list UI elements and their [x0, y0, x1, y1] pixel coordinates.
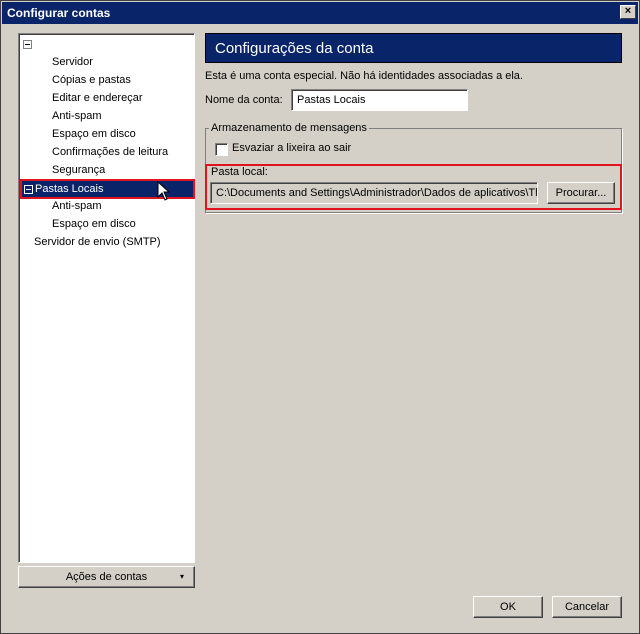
- tree-item-local-anti-spam[interactable]: Anti-spam: [52, 198, 102, 215]
- account-actions-label: Ações de contas: [65, 571, 148, 583]
- tree-item-servidor[interactable]: Servidor: [52, 54, 93, 71]
- account-info-text: Esta é uma conta especial. Não há identi…: [205, 70, 523, 82]
- cancel-button[interactable]: Cancelar: [552, 596, 622, 618]
- tree-item-copias-pastas[interactable]: Cópias e pastas: [52, 72, 131, 89]
- collapse-icon[interactable]: [23, 40, 32, 49]
- account-name-label: Nome da conta:: [205, 94, 283, 106]
- message-storage-legend: Armazenamento de mensagens: [209, 122, 369, 134]
- tree-item-seguranca[interactable]: Segurança: [52, 162, 105, 179]
- tree-item-smtp[interactable]: Servidor de envio (SMTP): [34, 234, 161, 251]
- account-actions-button[interactable]: Ações de contas ▾: [18, 566, 195, 588]
- local-folder-label: Pasta local:: [211, 166, 268, 178]
- browse-button[interactable]: Procurar...: [547, 182, 615, 204]
- close-icon: ×: [624, 5, 632, 17]
- tree-item-editar-enderecar[interactable]: Editar e endereçar: [52, 90, 143, 107]
- mouse-pointer-icon: [157, 181, 171, 201]
- local-folder-path-field[interactable]: C:\Documents and Settings\Administrador\…: [210, 182, 538, 204]
- page-title: Configurações da conta: [205, 33, 622, 63]
- empty-trash-checkbox[interactable]: [215, 143, 228, 156]
- empty-trash-label[interactable]: Esvaziar a lixeira ao sair: [232, 142, 351, 154]
- tree-item-espaco-disco[interactable]: Espaço em disco: [52, 126, 136, 143]
- tree-item-local-espaco-disco[interactable]: Espaço em disco: [52, 216, 136, 233]
- tree-item-confirmacoes-leitura[interactable]: Confirmações de leitura: [52, 144, 168, 161]
- tree-item-pastas-locais-label: Pastas Locais: [35, 183, 104, 195]
- configure-accounts-dialog: Configurar contas × Servidor Cópias e pa…: [0, 0, 640, 634]
- close-button[interactable]: ×: [620, 5, 636, 19]
- title-bar: Configurar contas ×: [2, 2, 638, 24]
- tree-item-anti-spam[interactable]: Anti-spam: [52, 108, 102, 125]
- dropdown-arrow-icon: ▾: [179, 572, 184, 581]
- ok-button[interactable]: OK: [473, 596, 543, 618]
- collapse-icon[interactable]: [24, 185, 33, 194]
- account-name-input[interactable]: Pastas Locais: [291, 89, 468, 111]
- window-title: Configurar contas: [7, 6, 111, 20]
- account-tree[interactable]: Servidor Cópias e pastas Editar e endere…: [18, 33, 195, 563]
